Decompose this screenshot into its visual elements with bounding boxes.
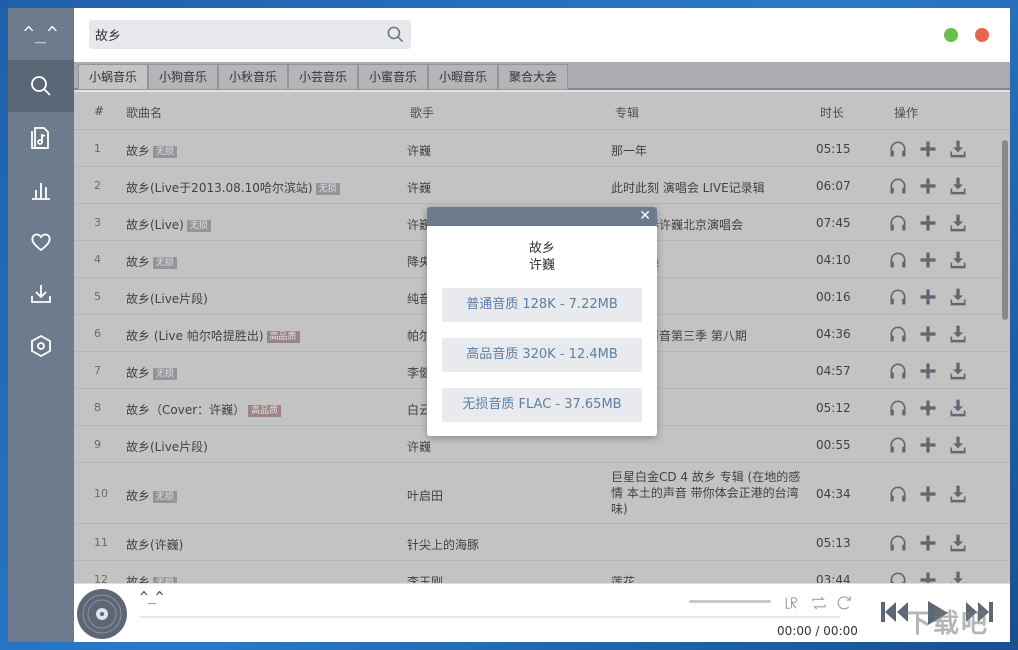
search-icon[interactable] [386,25,405,44]
watermark-logo: 下载吧 [905,609,990,639]
download-icon [31,285,51,303]
search-box [89,20,411,49]
current-time: 00:00 [777,624,812,638]
album-disc-icon [77,589,127,639]
sidebar-item-download[interactable] [8,268,74,320]
hexagon-settings-icon [31,334,51,358]
sidebar-item-chart[interactable] [8,164,74,216]
player-bar: ^_^ 00:00 / 00:00 [74,583,1010,642]
quality-high-button[interactable]: 高品音质 320K - 12.4MB [442,338,642,372]
download-quality-dialog: ✕ 故乡 许巍 普通音质 128K - 7.22MB 高品音质 320K - 1… [427,207,657,436]
sidebar-item-favorites[interactable] [8,216,74,268]
sidebar-item-playlist[interactable] [8,112,74,164]
music-file-icon [31,127,49,149]
sidebar: ^_^ [8,8,74,642]
dialog-artist: 许巍 [528,258,555,273]
sidebar-item-settings[interactable] [8,320,74,372]
sidebar-item-search[interactable] [8,60,74,112]
app-logo: ^_^ [23,23,59,44]
total-time: 00:00 [823,624,858,638]
dialog-song-title: 故乡 [528,241,555,256]
time-display: 00:00 / 00:00 [777,624,858,638]
close-button[interactable] [975,28,989,42]
dialog-close-button[interactable]: ✕ [639,208,651,224]
search-input[interactable] [89,20,379,49]
quality-lossless-button[interactable]: 无损音质 FLAC - 37.65MB [442,388,642,422]
volume-slider[interactable] [689,600,771,603]
quality-standard-button[interactable]: 普通音质 128K - 7.22MB [442,288,642,322]
heart-icon [31,233,51,252]
search-icon [31,76,51,96]
app-window: ^_^ 小蜗音乐 小狗音乐 小秋音乐 小芸音乐 [8,8,1010,642]
player-track-title: ^_^ [140,590,164,605]
dialog-title: 故乡 许巍 [427,240,657,274]
bar-chart-icon [32,183,50,200]
repeat-icon[interactable] [810,594,828,612]
dialog-titlebar: ✕ [427,207,657,226]
minimize-button[interactable] [944,28,958,42]
progress-bar[interactable] [140,616,840,618]
lyrics-icon[interactable] [784,594,802,612]
top-bar [74,8,1010,62]
playlist-icon[interactable] [836,594,854,612]
